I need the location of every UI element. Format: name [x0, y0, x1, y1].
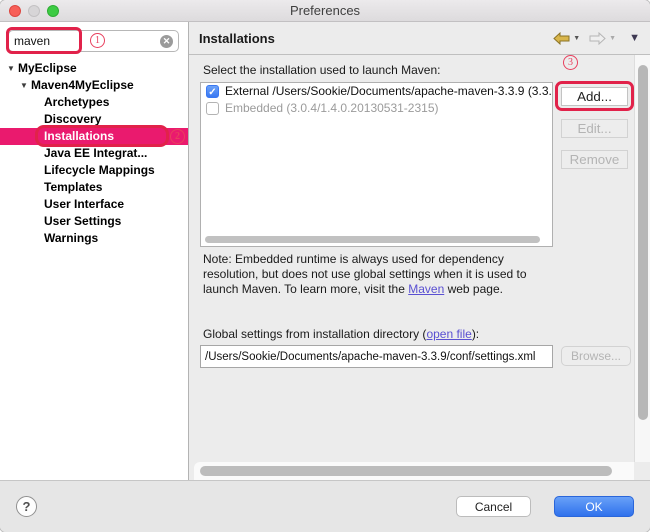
- tree-item-myeclipse[interactable]: ▼MyEclipse: [0, 60, 188, 77]
- preferences-window: Preferences ✕ 1 ▼MyEclipse ▼Maven4MyEcli…: [0, 0, 650, 532]
- installations-pane: Installations ▼ ▼ ▼ Select the installat…: [189, 22, 650, 480]
- annotation-box-search: [6, 27, 82, 54]
- settings-path-input[interactable]: [200, 345, 553, 368]
- select-installation-label: Select the installation used to launch M…: [203, 63, 440, 77]
- list-item-embedded[interactable]: Embedded (3.0.4/1.4.0.20130531-2315): [201, 100, 552, 117]
- pane-vertical-scrollbar-thumb[interactable]: [638, 65, 648, 420]
- filter-search-wrap: ✕ 1: [8, 30, 180, 52]
- annotation-number-2: 2: [170, 129, 185, 144]
- forward-arrow-icon: [589, 32, 606, 45]
- list-horizontal-scrollbar[interactable]: [205, 236, 540, 243]
- back-arrow-icon[interactable]: [553, 32, 570, 45]
- cancel-button[interactable]: Cancel: [456, 496, 531, 517]
- dialog-footer: ? Cancel OK: [0, 480, 650, 532]
- window-title: Preferences: [290, 3, 360, 18]
- tree-item-maven4myeclipse[interactable]: ▼Maven4MyEclipse: [0, 77, 188, 94]
- pane-vertical-scrollbar-track[interactable]: [634, 55, 650, 462]
- browse-button: Browse...: [561, 346, 631, 366]
- tree-item-user-interface[interactable]: User Interface: [0, 196, 188, 213]
- annotation-box-installations: [35, 125, 169, 147]
- tree-item-user-settings[interactable]: User Settings: [0, 213, 188, 230]
- pane-title: Installations: [199, 31, 275, 46]
- tree-item-warnings[interactable]: Warnings: [0, 230, 188, 247]
- back-history-caret-icon[interactable]: ▼: [573, 35, 580, 42]
- traffic-lights: [9, 5, 59, 17]
- tree-item-lifecycle-mappings[interactable]: Lifecycle Mappings: [0, 162, 188, 179]
- open-file-link[interactable]: open file: [426, 327, 471, 341]
- ok-button[interactable]: OK: [554, 496, 634, 517]
- pane-horizontal-scrollbar-thumb[interactable]: [200, 466, 612, 476]
- installations-content: Select the installation used to launch M…: [189, 55, 650, 480]
- clear-search-icon[interactable]: ✕: [160, 35, 173, 48]
- disclosure-triangle-icon[interactable]: ▼: [7, 60, 18, 77]
- preferences-sidebar: ✕ 1 ▼MyEclipse ▼Maven4MyEclipse Archetyp…: [0, 22, 189, 480]
- tree-item-installations[interactable]: Installations 2: [0, 128, 188, 145]
- zoom-window-icon[interactable]: [47, 5, 59, 17]
- annotation-number-3: 3: [563, 55, 578, 70]
- pane-horizontal-scrollbar-track[interactable]: [194, 462, 634, 480]
- minimize-window-icon: [28, 5, 40, 17]
- help-button[interactable]: ?: [16, 496, 37, 517]
- edit-button: Edit...: [561, 119, 628, 138]
- preferences-tree: ▼MyEclipse ▼Maven4MyEclipse Archetypes D…: [0, 60, 188, 247]
- maven-link[interactable]: Maven: [408, 282, 444, 296]
- annotation-box-add: [555, 81, 634, 111]
- checkbox-embedded-unchecked[interactable]: [206, 102, 219, 115]
- pane-header: Installations ▼ ▼ ▼: [189, 22, 650, 55]
- disclosure-triangle-icon[interactable]: ▼: [20, 77, 31, 94]
- title-bar: Preferences: [0, 0, 650, 22]
- tree-item-java-ee-integration[interactable]: Java EE Integrat...: [0, 145, 188, 162]
- view-menu-icon[interactable]: ▼: [629, 32, 640, 44]
- tree-item-templates[interactable]: Templates: [0, 179, 188, 196]
- annotation-number-1: 1: [90, 33, 105, 48]
- forward-history-caret-icon: ▼: [609, 35, 616, 42]
- history-nav: ▼ ▼ ▼: [553, 32, 640, 45]
- checkbox-external-checked[interactable]: ✓: [206, 85, 219, 98]
- embedded-runtime-note: Note: Embedded runtime is always used fo…: [203, 252, 551, 297]
- tree-item-archetypes[interactable]: Archetypes: [0, 94, 188, 111]
- installations-list[interactable]: ✓ External /Users/Sookie/Documents/apach…: [200, 82, 553, 247]
- remove-button: Remove: [561, 150, 628, 169]
- close-window-icon[interactable]: [9, 5, 21, 17]
- global-settings-label: Global settings from installation direct…: [203, 327, 479, 341]
- list-item-external[interactable]: ✓ External /Users/Sookie/Documents/apach…: [201, 83, 552, 100]
